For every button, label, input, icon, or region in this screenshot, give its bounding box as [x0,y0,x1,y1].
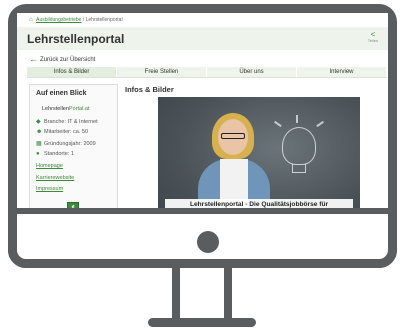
sidebar-overview: Auf einen Blick LehrstellenPortal.at ◆ Br… [29,84,118,208]
monitor-stand-right [224,268,232,320]
house-icon[interactable]: ⌂ [29,17,35,23]
page-title: Lehrstellenportal [27,32,125,46]
breadcrumb: ⌂ Ausbildungsbetriebe / Lehrstellenporta… [29,17,123,23]
link-karrierewebsite[interactable]: Karrierewebsite [36,175,74,181]
breadcrumb-current: Lehrstellenportal [85,17,123,23]
share-button[interactable]: < Teilen [366,31,380,43]
share-label: Teilen [367,38,379,43]
sidebar-title: Auf einen Blick [36,90,87,97]
tab-bar: Infos & Bilder Freie Stellen Über uns In… [27,67,387,78]
company-logo: LehrstellenPortal.at [42,106,90,112]
location-pin-icon: ● [36,151,40,157]
monitor-illustration: ⌂ Ausbildungsbetriebe / Lehrstellenporta… [0,0,401,331]
tab-infos-bilder[interactable]: Infos & Bilder [27,67,116,77]
calendar-icon: ▦ [36,141,42,147]
title-bar: Lehrstellenportal < Teilen [17,27,388,50]
tab-interview[interactable]: Interview [297,67,386,77]
back-link-label: Zurück zur Übersicht [40,57,96,63]
lightbulb-drawing [282,127,316,165]
fact-locations: ● Standorte: 1 [36,151,74,157]
monitor-stand-left [172,268,180,320]
fact-founded: ▦ Gründungsjahr: 2009 [36,141,96,147]
fact-industry: ◆ Branche: IT & Internet [36,119,98,125]
breadcrumb-separator: / [82,17,85,23]
power-button-icon [197,231,219,253]
tab-ueber-uns[interactable]: Über uns [207,67,296,77]
section-title: Infos & Bilder [125,85,174,94]
link-impressum[interactable]: Impressum [36,186,63,192]
company-photo [158,97,360,208]
screen: ⌂ Ausbildungsbetriebe / Lehrstellenporta… [17,13,388,208]
breadcrumb-link[interactable]: Ausbildungsbetriebe [36,17,81,23]
fact-employees: ☻ Mitarbeiter: ca. 50 [36,129,89,135]
tag-icon: ◆ [36,119,41,125]
photo-caption: Lehrstellenportal - Die Qualitätsjobbörs… [165,199,353,208]
people-icon: ☻ [36,129,43,135]
tab-freie-stellen[interactable]: Freie Stellen [117,67,206,77]
back-link[interactable]: ← Zurück zur Übersicht [29,54,95,64]
link-homepage[interactable]: Homepage [36,163,63,169]
glasses [221,133,245,139]
monitor-stand-foot [148,318,256,327]
facebook-icon[interactable]: f [67,202,79,208]
arrow-left-icon: ← [29,54,38,64]
